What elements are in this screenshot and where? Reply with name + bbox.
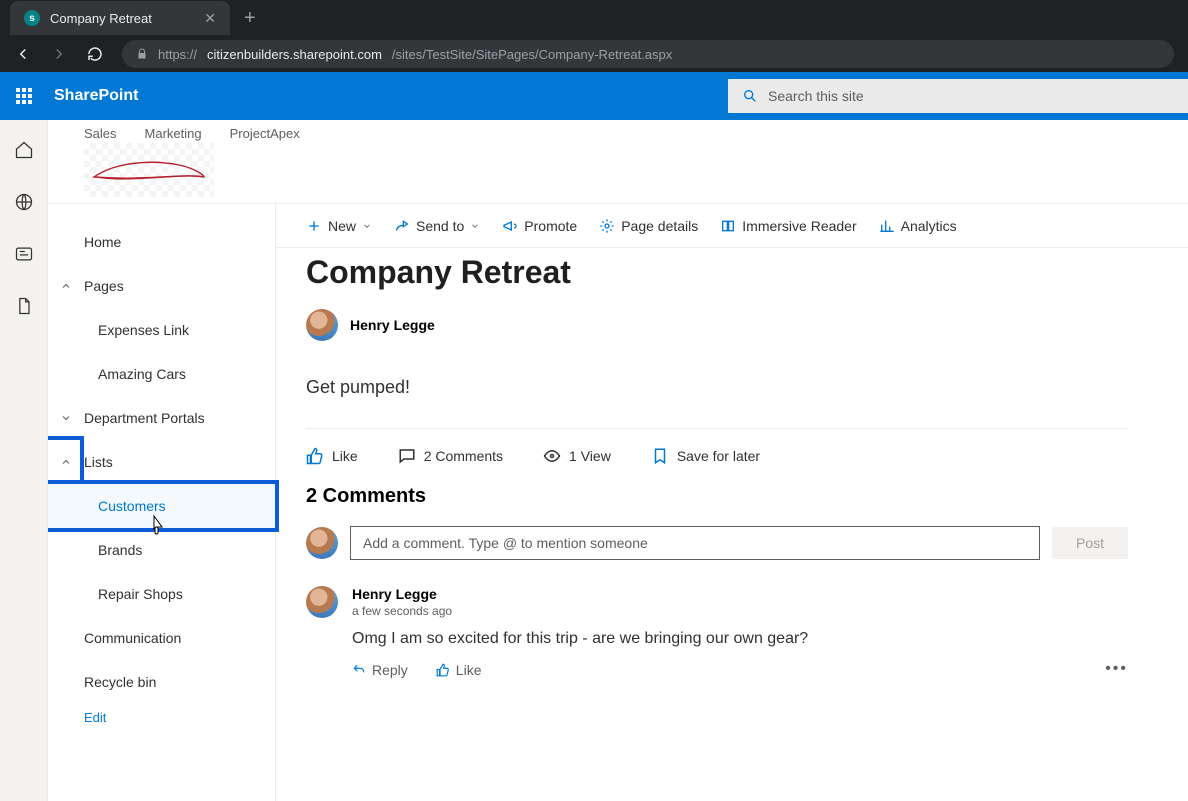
chevron-down-icon xyxy=(470,221,480,231)
cmd-send-to[interactable]: Send to xyxy=(394,218,480,234)
browser-toolbar: https:// citizenbuilders.sharepoint.com/s… xyxy=(0,36,1188,72)
avatar xyxy=(306,309,338,341)
nav-lists[interactable]: Lists xyxy=(48,440,275,484)
site-logo[interactable] xyxy=(84,143,214,197)
comment-item: Henry Legge a few seconds ago Omg I am s… xyxy=(306,586,1128,678)
avatar xyxy=(306,527,338,559)
app-name[interactable]: SharePoint xyxy=(54,87,138,105)
gear-icon xyxy=(599,218,615,234)
nav-edit-link[interactable]: Edit xyxy=(48,710,275,725)
waffle-icon xyxy=(16,88,32,104)
comment-time: a few seconds ago xyxy=(352,604,1091,618)
page-title: Company Retreat xyxy=(306,254,1188,291)
nav-recycle-bin[interactable]: Recycle bin xyxy=(48,660,275,704)
site-header: Sales Marketing ProjectApex xyxy=(48,120,1188,204)
analytics-icon xyxy=(879,218,895,234)
topnav-marketing[interactable]: Marketing xyxy=(145,126,202,141)
plus-icon xyxy=(306,218,322,234)
author-name: Henry Legge xyxy=(350,317,435,333)
comment-reply[interactable]: Reply xyxy=(352,662,408,678)
chevron-down-icon[interactable] xyxy=(60,412,72,424)
back-button[interactable] xyxy=(14,45,32,63)
url-path: /sites/TestSite/SitePages/Company-Retrea… xyxy=(392,47,672,62)
url-scheme: https:// xyxy=(158,47,197,62)
cmd-new[interactable]: New xyxy=(306,218,372,234)
nav-repair-shops[interactable]: Repair Shops xyxy=(48,572,275,616)
post-button[interactable]: Post xyxy=(1052,527,1128,559)
close-icon[interactable]: ✕ xyxy=(204,10,216,27)
app-launcher[interactable] xyxy=(0,72,48,120)
suite-bar: SharePoint Search this site xyxy=(0,72,1188,120)
comment-composer: Add a comment. Type @ to mention someone… xyxy=(306,526,1128,560)
cmd-promote[interactable]: Promote xyxy=(502,218,577,234)
new-tab-button[interactable]: + xyxy=(244,7,256,30)
view-count: 1 View xyxy=(543,447,611,465)
lock-icon xyxy=(136,48,148,60)
nav-department-portals[interactable]: Department Portals xyxy=(48,396,275,440)
app-rail xyxy=(0,120,48,801)
comment-input[interactable]: Add a comment. Type @ to mention someone xyxy=(350,526,1040,560)
comments-header: 2 Comments xyxy=(306,485,1188,508)
chevron-up-icon[interactable] xyxy=(60,456,72,468)
reload-button[interactable] xyxy=(86,45,104,63)
car-logo-image xyxy=(89,155,209,185)
reply-icon xyxy=(352,663,366,677)
url-host: citizenbuilders.sharepoint.com xyxy=(207,47,382,62)
reader-icon xyxy=(720,218,736,234)
site-top-nav: Sales Marketing ProjectApex xyxy=(84,126,1188,141)
nav-communication[interactable]: Communication xyxy=(48,616,275,660)
thumbs-up-icon xyxy=(306,447,324,465)
tab-title: Company Retreat xyxy=(50,11,152,26)
bookmark-icon xyxy=(651,447,669,465)
comment-text: Omg I am so excited for this trip - are … xyxy=(352,630,1091,648)
cmd-analytics[interactable]: Analytics xyxy=(879,218,957,234)
address-bar[interactable]: https:// citizenbuilders.sharepoint.com/s… xyxy=(122,40,1174,68)
nav-pages[interactable]: Pages xyxy=(48,264,275,308)
social-bar: Like 2 Comments 1 View Save for later xyxy=(306,428,1128,465)
search-box[interactable]: Search this site xyxy=(728,79,1188,113)
chevron-up-icon[interactable] xyxy=(60,280,72,292)
nav-amazing-cars[interactable]: Amazing Cars xyxy=(48,352,275,396)
comments-count[interactable]: 2 Comments xyxy=(398,447,503,465)
cmd-page-details[interactable]: Page details xyxy=(599,218,698,234)
browser-tabbar: s Company Retreat ✕ + xyxy=(0,0,1188,36)
like-button[interactable]: Like xyxy=(306,447,358,465)
page-canvas: New Send to Promote Page details xyxy=(276,204,1188,801)
cmd-immersive-reader[interactable]: Immersive Reader xyxy=(720,218,856,234)
comment-author[interactable]: Henry Legge xyxy=(352,586,1091,602)
avatar xyxy=(306,586,338,618)
home-icon[interactable] xyxy=(14,140,34,160)
megaphone-icon xyxy=(502,218,518,234)
chevron-down-icon xyxy=(362,221,372,231)
page-body: Get pumped! xyxy=(306,377,1128,398)
nav-expenses-link[interactable]: Expenses Link xyxy=(48,308,275,352)
globe-icon[interactable] xyxy=(14,192,34,212)
save-for-later[interactable]: Save for later xyxy=(651,447,760,465)
comment-more-button[interactable]: ••• xyxy=(1105,660,1128,678)
cursor-pointer-icon xyxy=(148,514,166,536)
file-icon[interactable] xyxy=(14,296,34,316)
page-author[interactable]: Henry Legge xyxy=(306,309,1188,341)
news-icon[interactable] xyxy=(14,244,34,264)
command-bar: New Send to Promote Page details xyxy=(276,204,1188,248)
nav-home[interactable]: Home xyxy=(48,220,275,264)
search-icon xyxy=(742,88,758,104)
share-icon xyxy=(394,218,410,234)
search-placeholder: Search this site xyxy=(768,88,864,104)
comment-like[interactable]: Like xyxy=(436,662,482,678)
eye-icon xyxy=(543,447,561,465)
comment-icon xyxy=(398,447,416,465)
topnav-projectapex[interactable]: ProjectApex xyxy=(230,126,300,141)
browser-tab[interactable]: s Company Retreat ✕ xyxy=(10,1,230,35)
nav-customers[interactable]: Customers xyxy=(48,484,275,528)
thumbs-up-icon xyxy=(436,663,450,677)
topnav-sales[interactable]: Sales xyxy=(84,126,117,141)
sharepoint-favicon: s xyxy=(24,10,40,26)
quick-launch: Home Pages Expenses Link Amazing Cars De… xyxy=(48,204,276,801)
forward-button[interactable] xyxy=(50,45,68,63)
